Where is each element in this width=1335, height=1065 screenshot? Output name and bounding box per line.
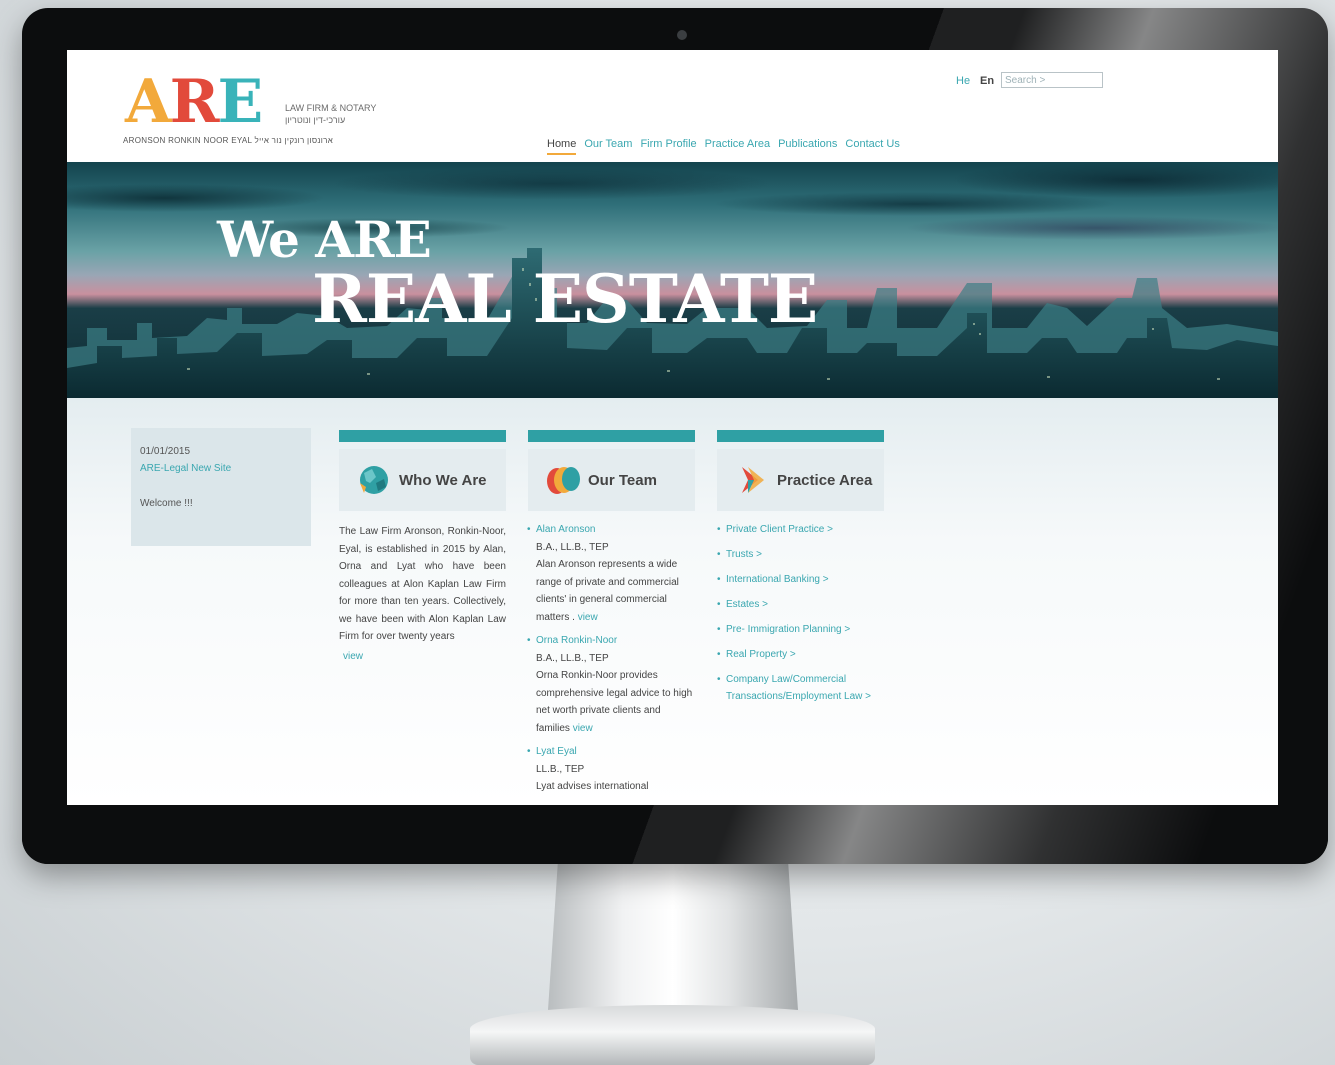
news-box: 01/01/2015 ARE-Legal New Site Welcome !!… (131, 428, 311, 546)
who-we-are-column: Who We Are The Law Firm Aronson, Ronkin-… (339, 430, 506, 664)
chevron-right-icon (742, 467, 764, 493)
hero-headline-line2: REAL ESTATE (312, 260, 818, 338)
language-en-link[interactable]: En (980, 75, 994, 87)
practice-area-heading: Practice Area (777, 471, 873, 489)
who-we-are-view-link[interactable]: view (339, 651, 363, 662)
team-member-view-link[interactable]: view (573, 723, 593, 734)
logo-letter: R (169, 67, 220, 137)
team-member-name[interactable]: Lyat Eyal (536, 746, 577, 757)
search-input[interactable] (1001, 72, 1103, 88)
team-member-desc: Orna Ronkin-Noor provides comprehensive … (536, 670, 693, 734)
news-title-link[interactable]: ARE-Legal New Site (140, 463, 231, 474)
column-accent-bar (339, 430, 506, 442)
our-team-header[interactable]: Our Team (528, 449, 695, 511)
tagline-he: עורכי-דין ונוטריון (285, 115, 346, 125)
team-member: Lyat Eyal LL.B., TEP Lyat advises intern… (536, 743, 695, 796)
nav-firm-profile[interactable]: Firm Profile (640, 138, 696, 155)
our-team-heading: Our Team (588, 471, 657, 489)
team-member-desc: Lyat advises international (536, 781, 649, 792)
logo-letter: A (125, 67, 172, 137)
practice-item-private-client[interactable]: Private Client Practice > (717, 521, 884, 538)
column-accent-bar (528, 430, 695, 442)
team-member: Orna Ronkin-Noor B.A., LL.B., TEP Orna R… (536, 632, 695, 737)
team-member-degrees: LL.B., TEP (536, 763, 585, 775)
team-member-degrees: B.A., LL.B., TEP (536, 541, 609, 553)
browser-viewport: ARE LAW FIRM & NOTARY עורכי-דין ונוטריון… (67, 50, 1278, 805)
site-header: ARE LAW FIRM & NOTARY עורכי-דין ונוטריון… (67, 50, 1278, 162)
logo-letter: E (217, 67, 263, 137)
tagline-en: LAW FIRM & NOTARY (285, 103, 377, 113)
firm-name: ARONSON RONKIN NOOR EYAL ארונסון רונקין … (123, 136, 334, 145)
camera-icon (677, 30, 687, 40)
practice-item-trusts[interactable]: Trusts > (717, 546, 884, 563)
nav-contact-us[interactable]: Contact Us (845, 138, 899, 155)
hero-banner: We ARE REAL ESTATE (67, 162, 1278, 398)
main-nav: Home Our Team Firm Profile Practice Area… (547, 138, 900, 155)
practice-item-international-banking[interactable]: International Banking > (717, 571, 884, 588)
column-accent-bar (717, 430, 884, 442)
who-we-are-header[interactable]: Who We Are (339, 449, 506, 511)
team-member-degrees: B.A., LL.B., TEP (536, 652, 609, 664)
nav-our-team[interactable]: Our Team (584, 138, 632, 155)
monitor-chin (22, 806, 1328, 864)
practice-item-real-property[interactable]: Real Property > (717, 646, 884, 663)
our-team-column: Our Team Alan Aronson B.A., LL.B., TEP A… (528, 430, 695, 802)
tagline: LAW FIRM & NOTARY עורכי-דין ונוטריון (285, 102, 376, 126)
content-area: 01/01/2015 ARE-Legal New Site Welcome !!… (67, 398, 1278, 805)
news-date: 01/01/2015 (140, 446, 191, 457)
news-welcome: Welcome !!! (140, 498, 193, 509)
team-icon (547, 467, 580, 494)
practice-list: Private Client Practice > Trusts > Inter… (717, 521, 884, 705)
monitor-stand-base (470, 1005, 875, 1065)
monitor-stand-neck (548, 860, 798, 1010)
practice-area-header[interactable]: Practice Area (717, 449, 884, 511)
team-member-name[interactable]: Alan Aronson (536, 524, 596, 535)
globe-icon (360, 466, 388, 494)
nav-home[interactable]: Home (547, 138, 577, 155)
practice-area-column: Practice Area Private Client Practice > … (717, 430, 884, 713)
practice-item-estates[interactable]: Estates > (717, 596, 884, 613)
language-he-link[interactable]: He (956, 75, 970, 87)
site-logo[interactable]: ARE (125, 72, 263, 132)
team-member-name[interactable]: Orna Ronkin-Noor (536, 635, 617, 646)
team-member-view-link[interactable]: view (578, 612, 598, 623)
who-we-are-text: The Law Firm Aronson, Ronkin-Noor, Eyal,… (339, 526, 506, 642)
practice-item-pre-immigration[interactable]: Pre- Immigration Planning > (717, 621, 884, 638)
who-we-are-heading: Who We Are (399, 471, 487, 489)
nav-publications[interactable]: Publications (778, 138, 837, 155)
team-member-desc: Alan Aronson represents a wide range of … (536, 559, 679, 623)
team-member: Alan Aronson B.A., LL.B., TEP Alan Arons… (536, 521, 695, 626)
practice-item-company-law[interactable]: Company Law/Commercial Transactions/Empl… (717, 671, 884, 705)
team-list: Alan Aronson B.A., LL.B., TEP Alan Arons… (528, 521, 695, 796)
nav-practice-area[interactable]: Practice Area (705, 138, 770, 155)
